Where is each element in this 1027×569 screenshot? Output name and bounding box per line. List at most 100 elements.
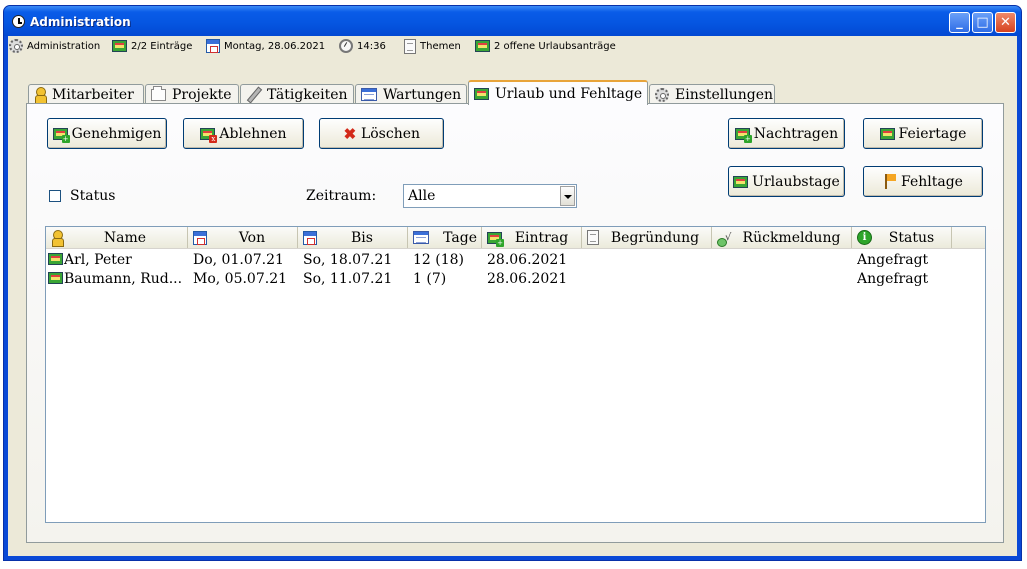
delete-button-label: Löschen [360,125,421,142]
vacation-days-button[interactable]: Urlaubstage [728,166,845,197]
application-window: Administration _ □ ✕ Administration 2/2 … [3,5,1022,561]
vacation-days-button-label: Urlaubstage [752,173,840,190]
column-header-label: Von [238,229,266,246]
envelope-icon [112,40,127,52]
close-icon: ✕ [1000,15,1011,30]
info-themes[interactable]: Themen [404,38,461,54]
add-later-button-label: Nachtragen [753,125,839,142]
column-header-label: Bis [351,229,373,246]
info-entries: 2/2 Einträge [112,38,192,54]
envelope-icon [475,40,490,52]
info-date: Montag, 28.06.2021 [206,38,325,54]
tab-taetigkeiten[interactable]: Tätigkeiten [240,84,354,104]
status-checkbox[interactable] [49,190,61,202]
envelope-icon [474,87,489,100]
column-header-label: Name [103,229,147,246]
cell-reason [587,251,711,270]
title-bar[interactable]: Administration _ □ ✕ [4,6,1021,36]
tab-label: Mitarbeiter [52,86,134,103]
column-header-label: Rückmeldung [742,229,841,246]
cell-name: Arl, Peter [48,251,186,270]
leave-requests-table[interactable]: Name Von Bis Tage + Eintrag Begründung √… [45,226,986,523]
column-header-from[interactable]: Von [188,227,298,248]
envelope-icon [48,272,63,284]
add-later-button[interactable]: + Nachtragen [728,118,845,149]
column-header-to[interactable]: Bis [298,227,408,248]
info-time-label: 14:36 [357,40,386,52]
column-header-reason[interactable]: Begründung [582,227,712,248]
scroll-icon [404,38,416,54]
column-header-entry[interactable]: + Eintrag [482,227,582,248]
info-time: 14:36 [339,38,386,54]
envelope-icon [879,127,895,140]
flag-icon [883,174,897,189]
absence-days-button[interactable]: Fehltage [863,166,983,197]
cell-status: Angefragt [857,252,929,268]
calendar-icon [206,39,220,53]
cell-reason [587,270,711,289]
cell-entry: 28.06.2021 [487,271,568,287]
column-header-label: Tage [443,229,477,246]
table-row[interactable]: Arl, Peter Do, 01.07.21 So, 18.07.21 12 … [46,251,985,270]
column-header-label: Eintrag [514,229,569,246]
info-icon: i [857,230,872,245]
tab-urlaub-und-fehltage[interactable]: Urlaub und Fehltage [468,80,648,105]
delete-x-icon: ✖ [343,124,357,143]
cell-feedback [717,251,851,270]
approve-button[interactable]: + Genehmigen [47,118,167,149]
info-entries-label: 2/2 Einträge [131,40,193,52]
table-icon [361,88,377,101]
maximize-icon: □ [976,15,989,30]
envelope-icon [48,253,63,265]
period-select[interactable]: Alle [403,184,577,208]
cell-from: Mo, 05.07.21 [193,271,288,287]
period-select-value: Alle [408,188,436,204]
person-icon [51,230,64,247]
status-checkbox-label: Status [70,188,116,204]
reject-button[interactable]: x Ablehnen [183,118,304,149]
minimize-button[interactable]: _ [949,12,970,33]
table-row[interactable]: Baumann, Rud... Mo, 05.07.21 So, 11.07.2… [46,270,985,289]
cell-feedback [717,270,851,289]
chevron-down-icon[interactable] [560,186,575,206]
cell-name-text: Arl, Peter [64,252,132,268]
tab-einstellungen[interactable]: Einstellungen [649,84,775,104]
cell-days: 1 (7) [413,271,447,287]
table-header: Name Von Bis Tage + Eintrag Begründung √… [46,227,985,249]
tab-label: Wartungen [383,86,462,103]
info-requests: 2 offene Urlaubsanträge [475,38,616,54]
close-button[interactable]: ✕ [995,12,1016,33]
cell-from: Do, 01.07.21 [193,252,284,268]
tab-panel-urlaub: + Genehmigen x Ablehnen ✖ Löschen + Nach… [26,103,1004,543]
envelope-approve-icon: + [52,127,70,143]
info-admin: Administration [9,38,100,54]
reject-button-label: Ablehnen [219,125,287,142]
cell-status: Angefragt [857,271,929,287]
window-title: Administration [30,15,131,29]
column-header-status[interactable]: i Status [852,227,952,248]
column-header-feedback[interactable]: Rückmeldung [712,227,852,248]
holidays-button[interactable]: Feiertage [863,118,983,149]
cell-name: Baumann, Rud... [48,270,186,289]
maximize-button[interactable]: □ [972,12,993,33]
envelope-add-icon: + [487,231,504,247]
delete-button[interactable]: ✖ Löschen [319,118,444,149]
window-client-area: Administration 2/2 Einträge Montag, 28.0… [8,36,1017,556]
column-header-days[interactable]: Tage [408,227,482,248]
gear-icon [9,39,23,53]
status-filter[interactable]: Status [49,188,115,204]
tab-mitarbeiter[interactable]: Mitarbeiter [28,84,144,104]
cell-to: So, 18.07.21 [303,252,393,268]
calendar-icon [193,230,207,245]
column-header-name[interactable]: Name [46,227,188,248]
tab-wartungen[interactable]: Wartungen [355,84,467,104]
minimize-icon: _ [956,15,963,30]
info-bar: Administration 2/2 Einträge Montag, 28.0… [8,36,1017,56]
person-icon [34,87,47,104]
scroll-icon [587,230,599,245]
cell-days: 12 (18) [413,252,465,268]
tab-projekte[interactable]: Projekte [145,84,239,104]
column-header-filler [952,227,985,248]
cell-to: So, 11.07.21 [303,271,393,287]
clock-app-icon [12,15,25,28]
